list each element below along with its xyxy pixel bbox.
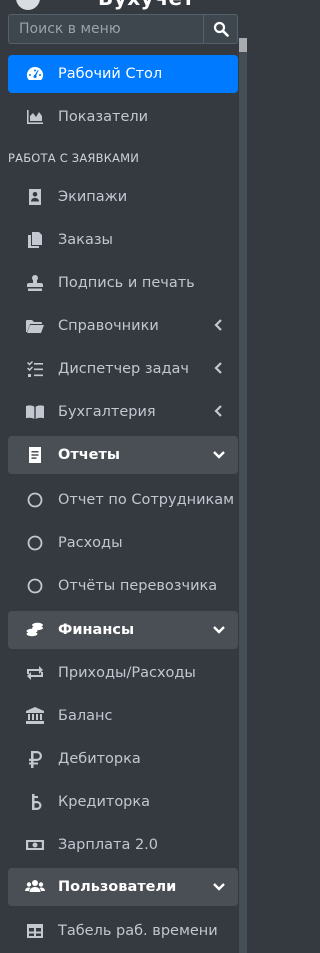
nav-item-label: Подпись и печать	[58, 275, 195, 291]
nav-item-balance[interactable]: Баланс	[8, 697, 238, 735]
nav-item-label: Финансы	[58, 622, 135, 638]
nav-subitem-report-carrier[interactable]: Отчёты перевозчика	[8, 567, 238, 605]
sidebar-search	[8, 14, 238, 44]
nav-item-signature[interactable]: Подпись и печать	[8, 264, 238, 302]
nav-item-label: Справочники	[58, 318, 159, 334]
chevron-down-icon	[213, 626, 225, 634]
area-chart-icon	[24, 106, 46, 128]
nav-item-label: Кредиторка	[58, 794, 151, 810]
nav-item-label: Зарплата 2.0	[58, 837, 159, 853]
nav-subitem-report-expenses[interactable]: Расходы	[8, 524, 238, 562]
nav-item-references[interactable]: Справочники	[8, 307, 238, 345]
brand-title: Бухучет	[98, 0, 195, 10]
nav-item-receivables[interactable]: Дебиторка	[8, 740, 238, 778]
circle-outline-icon	[24, 489, 46, 511]
nav-item-indicators[interactable]: Показатели	[8, 98, 238, 136]
ruble-icon	[24, 748, 46, 770]
nav-section-header: РАБОТА С ЗАЯВКАМИ	[8, 151, 140, 165]
nav-item-label: Дебиторка	[58, 751, 141, 767]
users-icon	[24, 876, 46, 898]
nav-item-accounting[interactable]: Бухгалтерия	[8, 393, 238, 431]
nav-item-label: Отчеты	[58, 447, 121, 463]
table-icon	[24, 920, 46, 942]
nav-item-label: Приходы/Расходы	[58, 665, 196, 681]
tasks-icon	[24, 358, 46, 380]
nav-item-label: Заказы	[58, 232, 113, 248]
folder-open-icon	[24, 315, 46, 337]
bank-icon	[24, 705, 46, 727]
exchange-icon	[24, 662, 46, 684]
stamp-icon	[24, 272, 46, 294]
nav-item-label: Баланс	[58, 708, 113, 724]
money-bill-icon	[24, 834, 46, 856]
chevron-left-icon	[214, 319, 222, 331]
nav-item-crews[interactable]: Экипажи	[8, 178, 238, 216]
chevron-down-icon	[213, 451, 225, 459]
nav-item-label: Отчет по Сотрудникам	[58, 492, 235, 508]
coins-icon	[24, 619, 46, 641]
chevron-left-icon	[214, 405, 222, 417]
search-icon	[213, 21, 229, 37]
nav-item-salary[interactable]: Зарплата 2.0	[8, 826, 238, 864]
nav-item-label: Экипажи	[58, 189, 128, 205]
nav-item-label: Бухгалтерия	[58, 404, 156, 420]
scrollbar-track[interactable]	[239, 52, 247, 953]
chevron-down-icon	[213, 883, 225, 891]
nav-item-label: Пользователи	[58, 879, 177, 895]
circle-outline-icon	[24, 575, 46, 597]
nav-item-finances[interactable]: Финансы	[8, 611, 238, 649]
nav-item-label: Отчёты перевозчика	[58, 578, 218, 594]
circle-outline-icon	[24, 532, 46, 554]
nav-item-tasks[interactable]: Диспетчер задач	[8, 350, 238, 388]
nav-item-label: Показатели	[58, 109, 149, 125]
nav-item-users[interactable]: Пользователи	[8, 868, 238, 906]
search-button[interactable]	[203, 14, 238, 44]
book-open-icon	[24, 401, 46, 423]
nav-item-label: Рабочий Стол	[58, 66, 163, 82]
brand-logo	[16, 0, 40, 10]
tachometer-icon	[24, 63, 46, 85]
nav-item-timesheet[interactable]: Табель раб. времени	[8, 912, 238, 950]
nav-item-label: Диспетчер задач	[58, 361, 189, 377]
search-input[interactable]	[8, 14, 203, 44]
file-alt-icon	[24, 444, 46, 466]
nav-item-payables[interactable]: Кредиторка	[8, 783, 238, 821]
id-badge-icon	[24, 186, 46, 208]
chevron-left-icon	[214, 362, 222, 374]
nav-item-income-expense[interactable]: Приходы/Расходы	[8, 654, 238, 692]
nav-subitem-report-staff[interactable]: Отчет по Сотрудникам	[8, 481, 238, 519]
nav-item-dashboard[interactable]: Рабочий Стол	[8, 55, 238, 93]
nav-item-orders[interactable]: Заказы	[8, 221, 238, 259]
nav-item-reports[interactable]: Отчеты	[8, 436, 238, 474]
b-currency-icon	[24, 791, 46, 813]
nav-item-label: Расходы	[58, 535, 123, 551]
copy-icon	[24, 229, 46, 251]
nav-item-label: Табель раб. времени	[58, 923, 218, 939]
